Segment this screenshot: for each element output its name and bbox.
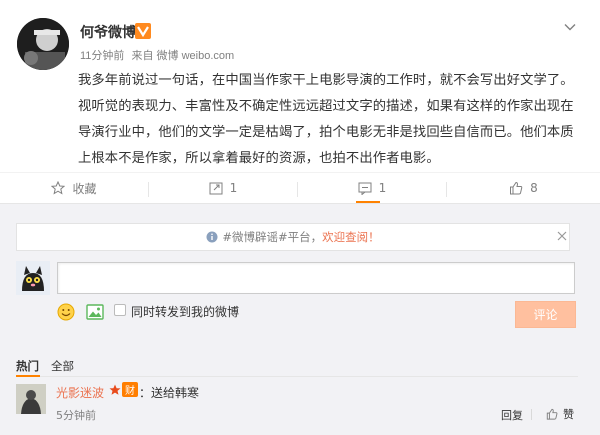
thumbs-up-icon (510, 181, 523, 195)
comment-time: 5分钟前 (56, 409, 96, 422)
comment-count: 1 (378, 181, 387, 195)
thumbs-up-icon (546, 408, 558, 420)
comment-button[interactable]: 1 (298, 173, 446, 203)
comment-section: #微博辟谣#平台 ， 欢迎查阅！ 同时转发到我的微博 评论 热门 全部 光影迷波… (0, 203, 600, 435)
post-meta: 11分钟前 来自 微博 weibo.com (80, 47, 234, 63)
repost-button[interactable]: 1 (149, 173, 297, 203)
author-name[interactable]: 何爷微博 (80, 22, 136, 42)
like-button[interactable]: 8 (447, 173, 600, 203)
chevron-down-icon[interactable] (563, 20, 577, 34)
post-content: 我多年前说过一句话，在中国当作家干上电影导演的工作时，就不会写出好文学了。视听觉… (78, 73, 574, 166)
notice-banner: #微博辟谣#平台 ， 欢迎查阅！ (16, 223, 570, 251)
divider (531, 409, 532, 420)
star-icon (109, 384, 121, 395)
comment-like-label: 赞 (563, 408, 574, 421)
like-count: 8 (530, 181, 538, 195)
info-icon (206, 231, 218, 243)
notice-hashtag[interactable]: #微博辟谣#平台 (222, 229, 310, 245)
notice-link[interactable]: 欢迎查阅！ (322, 229, 380, 245)
notice-comma: ， (310, 230, 323, 244)
active-sort-indicator (16, 375, 40, 377)
current-user-avatar[interactable] (16, 261, 50, 295)
image-icon[interactable] (86, 303, 104, 321)
verified-icon (135, 23, 151, 39)
author-avatar[interactable] (17, 18, 69, 70)
comment-text: ：送给韩寒 (139, 386, 200, 400)
post-time[interactable]: 11分钟前 (80, 50, 124, 62)
source-prefix: 来自 (131, 50, 154, 62)
close-icon[interactable] (557, 231, 567, 241)
comment-like-button[interactable]: 赞 (546, 406, 574, 422)
repost-checkbox[interactable] (114, 304, 126, 316)
comment-icon (358, 182, 372, 195)
commenter-name[interactable]: 光影迷波 (56, 384, 104, 401)
comment-submit-button[interactable]: 评论 (515, 301, 576, 328)
repost-checkbox-label[interactable]: 同时转发到我的微博 (131, 303, 239, 320)
comment-sort-tabs: 热门 全部 (16, 358, 86, 374)
post-source[interactable]: 微博 weibo.com (157, 50, 235, 62)
weibo-post: 何爷微博 11分钟前 来自 微博 weibo.com 我多年前说过一句话，在中国… (0, 0, 600, 170)
tab-all[interactable]: 全部 (51, 358, 74, 374)
favorite-label: 收藏 (72, 181, 97, 196)
divider (16, 376, 578, 377)
repost-count: 1 (229, 181, 238, 195)
commenter-avatar[interactable] (16, 384, 46, 414)
wealth-badge[interactable]: 财 (122, 382, 138, 397)
comment-input[interactable] (57, 262, 575, 294)
emoji-icon[interactable] (57, 303, 75, 321)
tab-hot[interactable]: 热门 (16, 358, 39, 374)
post-action-bar: 收藏 1 1 8 (0, 172, 600, 203)
star-outline-icon (51, 181, 66, 195)
favorite-button[interactable]: 收藏 (0, 173, 148, 203)
reply-link[interactable]: 回复 (501, 407, 523, 423)
repost-icon (209, 182, 223, 195)
